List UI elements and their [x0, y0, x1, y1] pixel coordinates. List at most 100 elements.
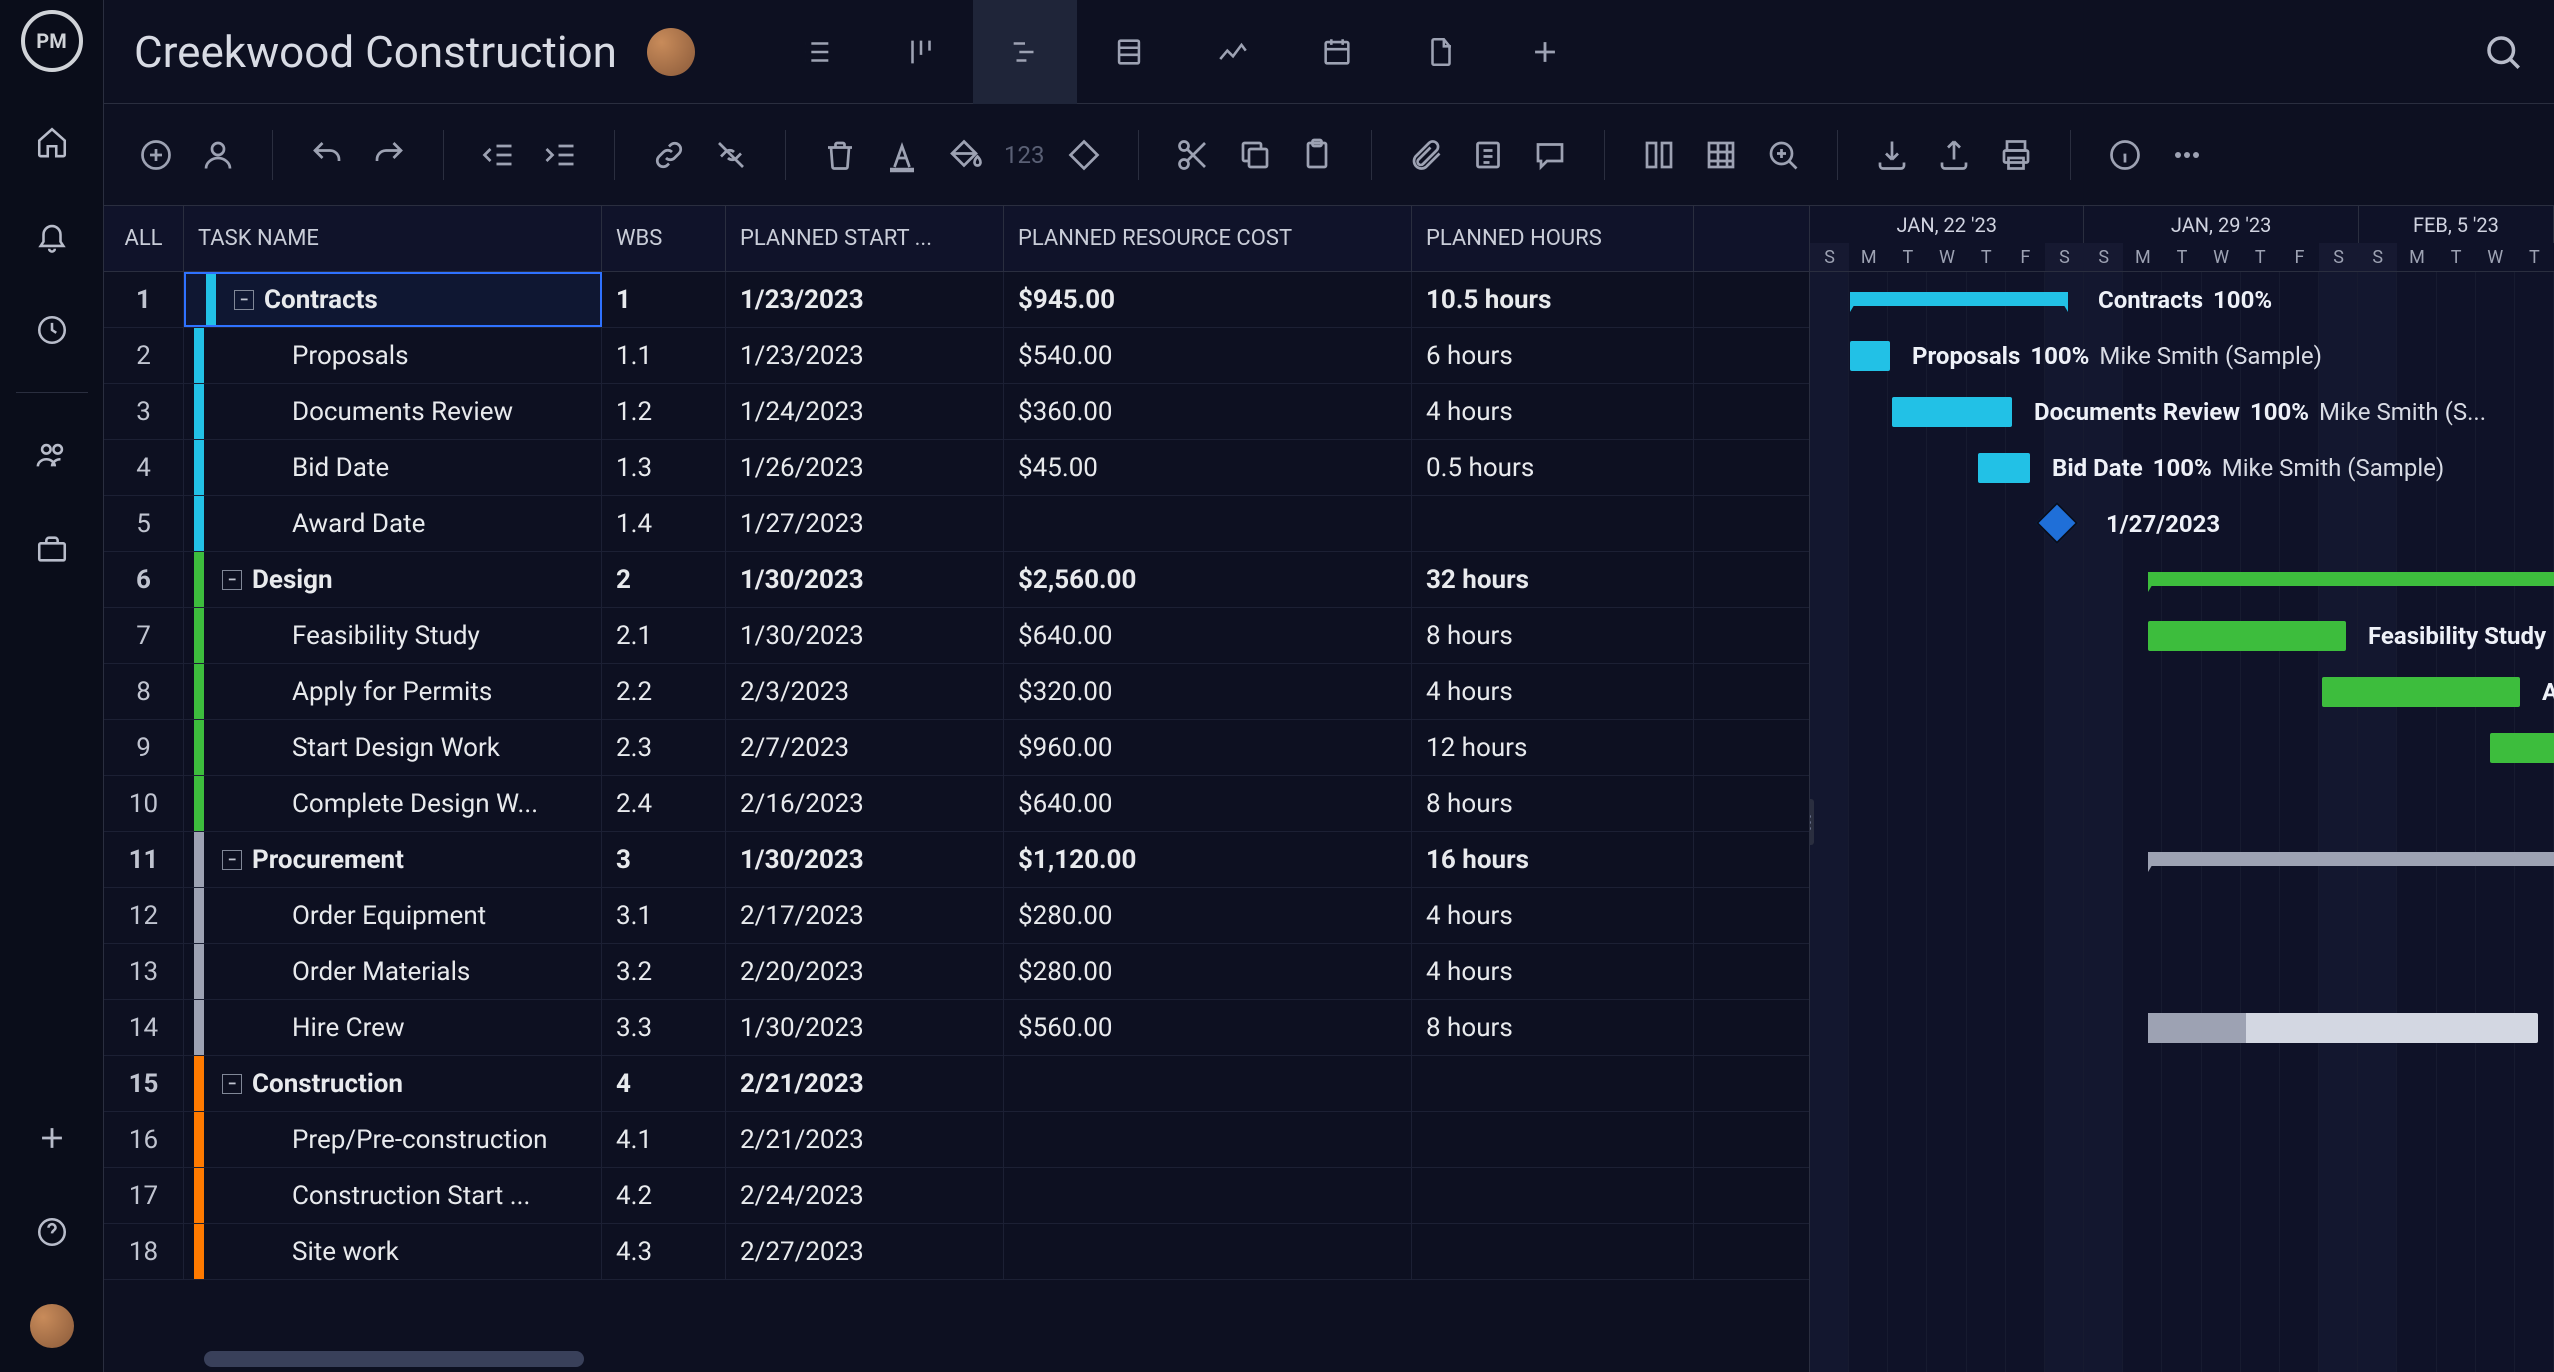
export-icon[interactable] [1932, 133, 1976, 177]
task-name-cell[interactable]: Complete Design W... [184, 776, 602, 831]
table-row[interactable]: 2Proposals1.11/23/2023$540.006 hours [104, 328, 1809, 384]
gantt-bar[interactable] [1892, 397, 2012, 427]
notifications-icon[interactable] [30, 214, 74, 258]
milestone-shape-icon[interactable] [1062, 133, 1106, 177]
task-name-cell[interactable]: Award Date [184, 496, 602, 551]
planned-start-cell[interactable]: 2/17/2023 [726, 888, 1004, 943]
planned-hours-cell[interactable]: 4 hours [1412, 888, 1694, 943]
planned-hours-cell[interactable]: 10.5 hours [1412, 272, 1694, 327]
planned-hours-cell[interactable]: 8 hours [1412, 608, 1694, 663]
collapse-icon[interactable]: − [222, 1074, 242, 1094]
row-number[interactable]: 17 [104, 1168, 184, 1223]
planned-start-cell[interactable]: 2/27/2023 [726, 1224, 1004, 1279]
gantt-row[interactable] [1810, 720, 2554, 776]
gantt-row[interactable] [1810, 1224, 2554, 1280]
table-row[interactable]: 4Bid Date1.31/26/2023$45.000.5 hours [104, 440, 1809, 496]
home-icon[interactable] [30, 120, 74, 164]
planned-cost-cell[interactable]: $1,120.00 [1004, 832, 1412, 887]
planned-hours-cell[interactable]: 4 hours [1412, 664, 1694, 719]
outdent-icon[interactable] [476, 133, 520, 177]
delete-icon[interactable] [818, 133, 862, 177]
wbs-cell[interactable]: 1.2 [602, 384, 726, 439]
row-number[interactable]: 8 [104, 664, 184, 719]
task-name-cell[interactable]: Proposals [184, 328, 602, 383]
planned-cost-cell[interactable] [1004, 496, 1412, 551]
text-color-icon[interactable] [880, 133, 924, 177]
planned-hours-cell[interactable]: 6 hours [1412, 328, 1694, 383]
gantt-bar[interactable] [2148, 621, 2346, 651]
gantt-row[interactable]: Feasibility Study10 [1810, 608, 2554, 664]
gantt-bar[interactable] [2322, 677, 2520, 707]
table-row[interactable]: 1−Contracts11/23/2023$945.0010.5 hours [104, 272, 1809, 328]
gantt-row[interactable]: Documents Review100%Mike Smith (S... [1810, 384, 2554, 440]
columns-icon[interactable] [1637, 133, 1681, 177]
gantt-row[interactable] [1810, 832, 2554, 888]
gantt-milestone[interactable] [2036, 502, 2078, 544]
planned-hours-cell[interactable]: 32 hours [1412, 552, 1694, 607]
task-name-cell[interactable]: Construction Start ... [184, 1168, 602, 1223]
gantt-bar[interactable] [2148, 1013, 2538, 1043]
planned-cost-cell[interactable]: $945.00 [1004, 272, 1412, 327]
gantt-row[interactable]: Contracts100% [1810, 272, 2554, 328]
gantt-row[interactable] [1810, 776, 2554, 832]
task-name-cell[interactable]: Prep/Pre-construction [184, 1112, 602, 1167]
app-logo[interactable]: PM [21, 10, 83, 72]
table-row[interactable]: 7Feasibility Study2.11/30/2023$640.008 h… [104, 608, 1809, 664]
task-name-cell[interactable]: Site work [184, 1224, 602, 1279]
planned-cost-cell[interactable]: $360.00 [1004, 384, 1412, 439]
wbs-cell[interactable]: 2.3 [602, 720, 726, 775]
planned-cost-cell[interactable]: $640.00 [1004, 608, 1412, 663]
planned-start-cell[interactable]: 1/30/2023 [726, 552, 1004, 607]
planned-start-cell[interactable]: 1/24/2023 [726, 384, 1004, 439]
wbs-cell[interactable]: 3.3 [602, 1000, 726, 1055]
planned-hours-cell[interactable]: 0.5 hours [1412, 440, 1694, 495]
fill-color-icon[interactable] [942, 133, 986, 177]
planned-cost-cell[interactable] [1004, 1168, 1412, 1223]
board-view-tab[interactable] [869, 0, 973, 104]
planned-hours-cell[interactable]: 16 hours [1412, 832, 1694, 887]
gantt-view-tab[interactable] [973, 0, 1077, 104]
planned-start-cell[interactable]: 1/30/2023 [726, 608, 1004, 663]
planned-hours-cell[interactable]: 4 hours [1412, 944, 1694, 999]
workload-view-tab[interactable] [1181, 0, 1285, 104]
gantt-row[interactable] [1810, 1112, 2554, 1168]
planned-hours-cell[interactable]: 4 hours [1412, 384, 1694, 439]
table-row[interactable]: 17Construction Start ...4.22/24/2023 [104, 1168, 1809, 1224]
table-row[interactable]: 3Documents Review1.21/24/2023$360.004 ho… [104, 384, 1809, 440]
help-icon[interactable] [30, 1210, 74, 1254]
planned-cost-cell[interactable]: $560.00 [1004, 1000, 1412, 1055]
search-icon[interactable] [2482, 31, 2524, 73]
task-name-cell[interactable]: Order Equipment [184, 888, 602, 943]
wbs-cell[interactable]: 4.3 [602, 1224, 726, 1279]
header-planned-cost[interactable]: PLANNED RESOURCE COST [1004, 206, 1412, 271]
planned-start-cell[interactable]: 1/30/2023 [726, 1000, 1004, 1055]
row-number[interactable]: 18 [104, 1224, 184, 1279]
file-view-tab[interactable] [1389, 0, 1493, 104]
gantt-bar[interactable] [1850, 341, 1890, 371]
gantt-bar[interactable] [2148, 572, 2554, 586]
row-number[interactable]: 9 [104, 720, 184, 775]
row-number[interactable]: 13 [104, 944, 184, 999]
gantt-row[interactable] [1810, 888, 2554, 944]
cut-icon[interactable] [1171, 133, 1215, 177]
table-row[interactable]: 10Complete Design W...2.42/16/2023$640.0… [104, 776, 1809, 832]
row-number[interactable]: 2 [104, 328, 184, 383]
gantt-bar[interactable] [2148, 852, 2554, 866]
task-name-cell[interactable]: Apply for Permits [184, 664, 602, 719]
redo-icon[interactable] [367, 133, 411, 177]
planned-cost-cell[interactable]: $2,560.00 [1004, 552, 1412, 607]
undo-icon[interactable] [305, 133, 349, 177]
row-number[interactable]: 15 [104, 1056, 184, 1111]
table-row[interactable]: 18Site work4.32/27/2023 [104, 1224, 1809, 1280]
project-owner-avatar[interactable] [647, 28, 695, 76]
gantt-row[interactable]: Proposals100%Mike Smith (Sample) [1810, 328, 2554, 384]
planned-start-cell[interactable]: 2/21/2023 [726, 1112, 1004, 1167]
add-view-tab[interactable] [1493, 0, 1597, 104]
header-all[interactable]: ALL [104, 206, 184, 271]
gantt-bar[interactable] [2490, 733, 2554, 763]
planned-cost-cell[interactable]: $45.00 [1004, 440, 1412, 495]
add-task-icon[interactable] [134, 133, 178, 177]
planned-start-cell[interactable]: 1/30/2023 [726, 832, 1004, 887]
header-planned-start[interactable]: PLANNED START ... [726, 206, 1004, 271]
add-icon[interactable] [30, 1116, 74, 1160]
